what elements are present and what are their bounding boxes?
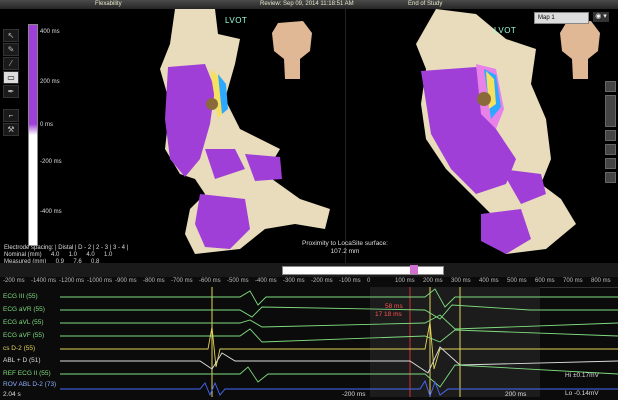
timeline-marker[interactable] (410, 265, 418, 274)
time-tick-label: 300 ms (451, 278, 471, 284)
time-tick-label: -400 ms (255, 278, 277, 284)
interval-annotation: 58 ms (385, 303, 403, 310)
time-tick-label: 800 ms (591, 278, 611, 284)
end-of-study-button[interactable]: End of Study (408, 1, 442, 7)
sweep-speed: 2.04 s (3, 391, 21, 398)
map-viewport-left[interactable]: 400 ms 200 ms 0 ms -200 ms -400 ms ↖ ✎ ⁄… (0, 9, 345, 265)
time-tick-label: -100 ms (339, 278, 361, 284)
nominal-val: 1.0 (104, 252, 113, 258)
time-tick-label: 500 ms (507, 278, 527, 284)
nominal-label: Nominal (mm) (4, 252, 42, 258)
time-tick-label: -500 ms (227, 278, 249, 284)
time-tick-label: 200 ms (423, 278, 443, 284)
app-name: Flexability (95, 1, 122, 7)
time-tick-label: -1400 ms (31, 278, 57, 284)
time-tick-label: -200 ms (3, 278, 25, 284)
ecg-panel[interactable]: -200 ms -1400 ms -1200 ms -1000 ms -900 ms -8… (0, 263, 618, 400)
review-timestamp: Review: Sep 09, 2014 11:18:51 AM (260, 1, 354, 7)
view-controls (605, 81, 616, 186)
time-tick-label: -300 ms (283, 278, 305, 284)
hi-threshold: Hi ±0.17mV (565, 372, 599, 379)
proximity-value: 107.2 mm (330, 248, 360, 255)
time-marker-minus: -200 ms (342, 391, 366, 398)
map-selector-dropdown[interactable]: Map 1 (534, 12, 589, 24)
anatomy-map-right[interactable] (346, 9, 618, 263)
channel-label[interactable]: ECG III (55) (3, 293, 38, 300)
time-tick-label: -1200 ms (59, 278, 85, 284)
time-tick-label: 400 ms (479, 278, 499, 284)
time-tick-label: 700 ms (563, 278, 583, 284)
zoom-slider[interactable] (605, 95, 616, 127)
nominal-val: 4.0 (51, 252, 60, 258)
reset-view-icon[interactable] (605, 172, 616, 183)
time-tick-label: -200 ms (311, 278, 333, 284)
zoom-out-icon[interactable] (605, 130, 616, 141)
lvot-label: LVOT (225, 16, 248, 25)
time-tick-label: -700 ms (171, 278, 193, 284)
time-tick-label: 600 ms (535, 278, 555, 284)
timeline-window-handle[interactable] (282, 266, 444, 275)
rotate-icon[interactable] (605, 144, 616, 155)
map-viewport-right[interactable]: LVOT Map 1 ◉ ▾ (345, 9, 618, 263)
nominal-val: 1.0 (68, 252, 78, 258)
title-bar: Flexability Review: Sep 09, 2014 11:18:5… (0, 0, 618, 9)
time-tick-label: -600 ms (199, 278, 221, 284)
nominal-val: 4.0 (86, 252, 95, 258)
channel-label[interactable]: ROV ABL D-2 (73) (3, 381, 56, 388)
channel-label[interactable]: ECG aVL (55) (3, 319, 44, 326)
ecg-traces (0, 287, 618, 397)
time-tick-label: 0 (367, 278, 371, 284)
lvot-label-right: LVOT (494, 26, 517, 35)
pan-icon[interactable] (605, 158, 616, 169)
lo-threshold: Lo -0.14mV (565, 390, 599, 397)
channel-label[interactable]: REF ECG II (55) (3, 370, 51, 377)
eye-visibility-icon[interactable]: ◉ ▾ (593, 12, 609, 22)
time-tick-label: 100 ms (395, 278, 415, 284)
channel-label[interactable]: ECG aVR (55) (3, 306, 45, 313)
time-tick-label: -900 ms (115, 278, 137, 284)
timeline-scrollbar[interactable] (0, 263, 618, 277)
proximity-label: Proximity to LocaSite surface: (302, 240, 388, 247)
channel-label[interactable]: ABL + D (51) (3, 357, 41, 364)
interval-annotation-2: 17 18 ms (375, 311, 402, 318)
anatomy-map-left[interactable] (0, 9, 345, 263)
channel-label[interactable]: ECG aVF (55) (3, 332, 44, 339)
channel-label[interactable]: cs D-2 (55) (3, 345, 35, 352)
time-tick-label: -800 ms (143, 278, 165, 284)
time-marker-plus: 200 ms (505, 391, 527, 398)
proximity-readout: Proximity to LocaSite surface: 107.2 mm (280, 240, 410, 256)
electrode-spacing-header: Electrode spacing: | Distal | D - 2 | 2 … (4, 245, 129, 251)
time-tick-label: -1000 ms (87, 278, 113, 284)
zoom-in-icon[interactable] (605, 81, 616, 92)
